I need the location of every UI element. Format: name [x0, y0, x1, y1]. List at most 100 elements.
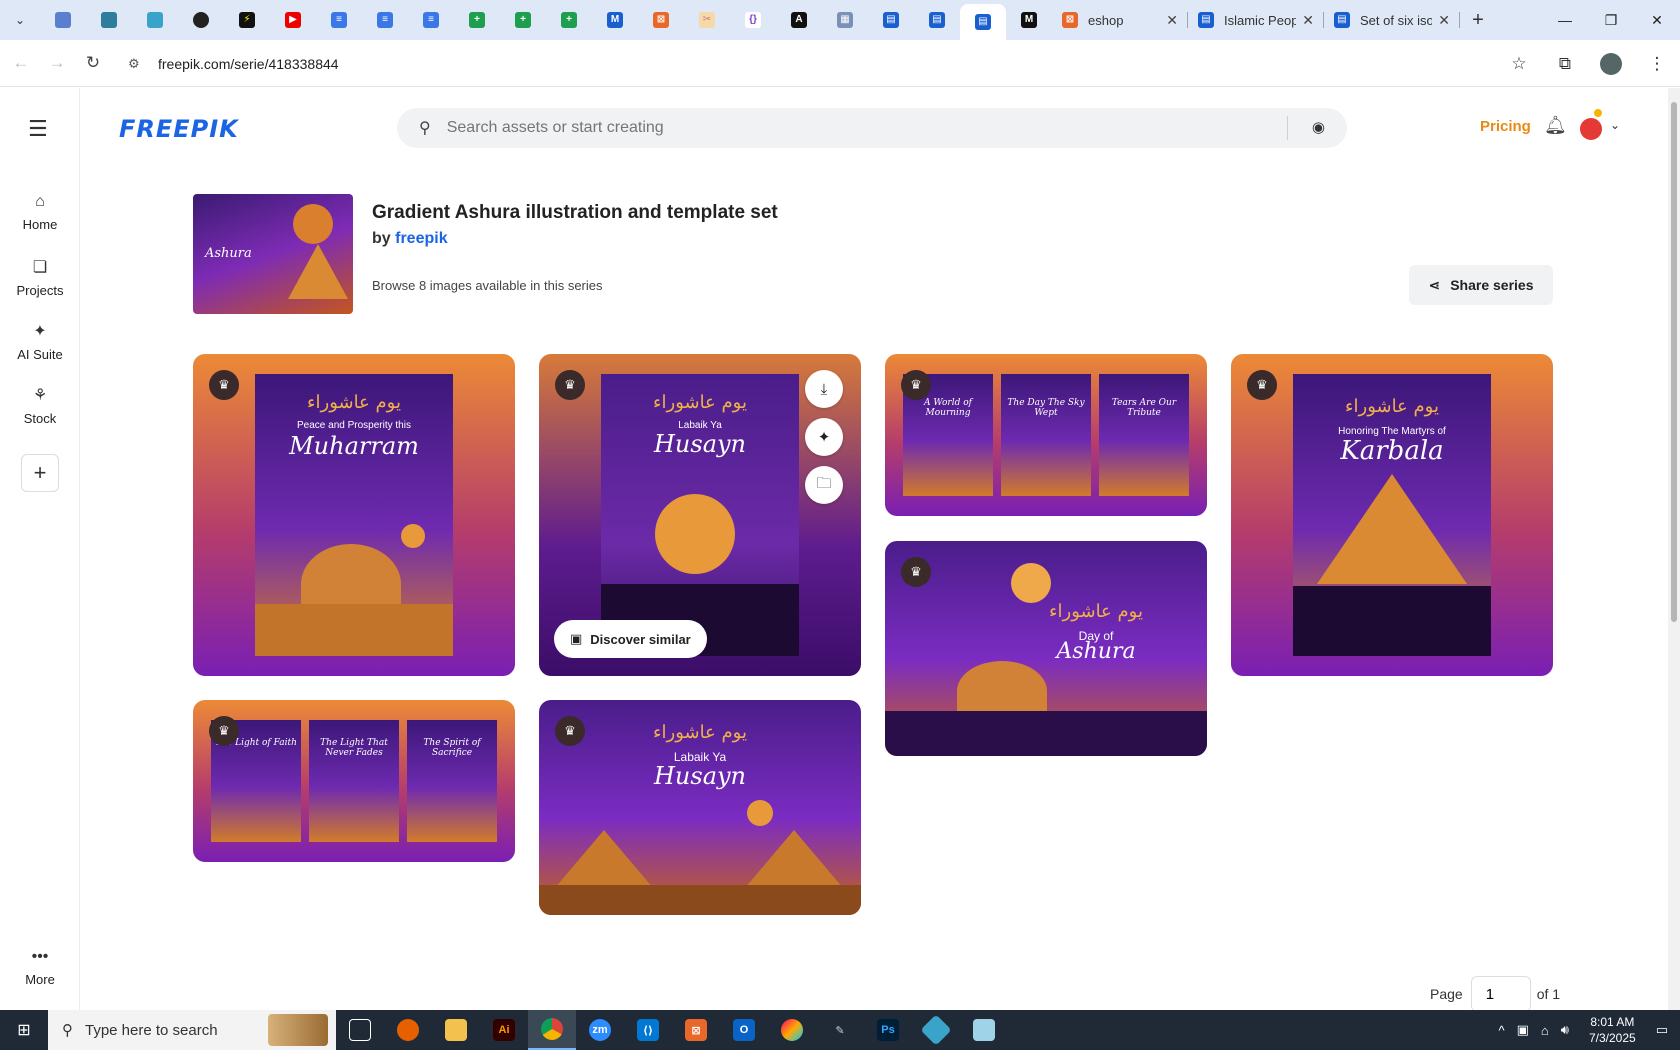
- notes-app-icon[interactable]: [960, 1010, 1008, 1050]
- restore-icon[interactable]: ❐: [1588, 0, 1634, 40]
- ai-edit-icon[interactable]: ✦: [805, 418, 843, 456]
- tab-set-of-six[interactable]: ▤ Set of six iso ✕: [1324, 0, 1460, 40]
- crown-icon: [1592, 107, 1604, 119]
- close-window-icon[interactable]: ✕: [1634, 0, 1680, 40]
- show-hidden-icons-chevron-icon[interactable]: ^: [1499, 1023, 1505, 1038]
- user-avatar[interactable]: [1580, 118, 1602, 140]
- series-image-card[interactable]: A World of Mourning The Day The Sky Wept…: [885, 354, 1207, 516]
- sidebar-item-ai-suite[interactable]: ✦ AI Suite: [0, 321, 80, 362]
- poster: يوم عاشوراء Peace and Prosperity this Mu…: [255, 374, 453, 656]
- sparkle-icon: ✦: [33, 323, 47, 340]
- pinned-tab[interactable]: M: [1006, 0, 1052, 40]
- pinned-tab[interactable]: ▤: [868, 0, 914, 40]
- volume-icon[interactable]: 🔊︎: [1561, 1022, 1569, 1038]
- address-bar[interactable]: ⚙ freepik.com/serie/418338844: [120, 46, 1520, 82]
- page-scrollbar[interactable]: [1668, 88, 1680, 1010]
- add-button[interactable]: +: [21, 454, 59, 492]
- pinned-tab[interactable]: ≡: [362, 0, 408, 40]
- download-icon[interactable]: ⤓: [805, 370, 843, 408]
- task-view-icon[interactable]: [336, 1010, 384, 1050]
- sidebar-item-more[interactable]: ••• More: [0, 948, 80, 987]
- kebab-menu-icon[interactable]: ⋮: [1634, 44, 1680, 84]
- hamburger-menu-icon[interactable]: ☰: [28, 116, 48, 142]
- pinned-tab[interactable]: +: [454, 0, 500, 40]
- pinned-tab[interactable]: A: [776, 0, 822, 40]
- chrome-icon[interactable]: [528, 1010, 576, 1050]
- notifications-icon[interactable]: ▭: [1656, 1022, 1668, 1038]
- share-series-button[interactable]: ⋖ Share series: [1409, 265, 1553, 305]
- back-arrow-icon[interactable]: ←: [6, 48, 36, 78]
- sidebar-item-home[interactable]: ⌂ Home: [0, 193, 80, 232]
- zoom-icon[interactable]: zm: [576, 1010, 624, 1050]
- series-image-card[interactable]: يوم عاشوراء Honoring The Martyrs of Karb…: [1231, 354, 1553, 676]
- camera-icon[interactable]: ◉: [1312, 118, 1325, 136]
- pinned-tab[interactable]: ⊠: [638, 0, 684, 40]
- series-image-card[interactable]: يوم عاشوراء Labaik Ya Husayn ♛: [539, 700, 861, 915]
- tent-shape: [1317, 474, 1467, 584]
- pricing-link[interactable]: Pricing: [1480, 118, 1531, 135]
- pinned-tab[interactable]: ⚡: [224, 0, 270, 40]
- clock[interactable]: 8:01 AM 7/3/2025: [1589, 1014, 1636, 1046]
- save-to-folder-icon[interactable]: 🗀︎: [805, 466, 843, 504]
- series-image-card[interactable]: يوم عاشوراء Day of Ashura ♛: [885, 541, 1207, 756]
- firefox-icon[interactable]: [384, 1010, 432, 1050]
- illustrator-icon[interactable]: Ai: [480, 1010, 528, 1050]
- pen-tool-icon[interactable]: ✎: [816, 1010, 864, 1050]
- tab-islamic-people[interactable]: ▤ Islamic Peop ✕: [1188, 0, 1324, 40]
- bell-icon[interactable]: 🔔︎: [1544, 115, 1567, 136]
- scrollbar-thumb[interactable]: [1671, 102, 1677, 622]
- creative-cloud-icon[interactable]: [768, 1010, 816, 1050]
- pinned-tab[interactable]: {}: [730, 0, 776, 40]
- close-tab-icon[interactable]: ✕: [1302, 12, 1314, 29]
- pinned-tab[interactable]: [178, 0, 224, 40]
- close-tab-icon[interactable]: ✕: [1166, 12, 1178, 29]
- series-image-card[interactable]: يوم عاشوراء Labaik Ya Husayn ♛ ⤓ ✦ 🗀︎ ▣ D…: [539, 354, 861, 676]
- discover-similar-button[interactable]: ▣ Discover similar: [554, 620, 707, 658]
- pinned-tab[interactable]: M: [592, 0, 638, 40]
- file-explorer-icon[interactable]: [432, 1010, 480, 1050]
- photoshop-icon[interactable]: Ps: [864, 1010, 912, 1050]
- search-input[interactable]: [446, 119, 1247, 137]
- pinned-tab[interactable]: ≡: [408, 0, 454, 40]
- chevron-down-icon[interactable]: ⌄: [1610, 118, 1620, 132]
- url-text: freepik.com/serie/418338844: [158, 56, 339, 72]
- network-icon[interactable]: ⌂: [1541, 1023, 1549, 1038]
- bookmark-star-icon[interactable]: ☆: [1496, 44, 1542, 84]
- pinned-tab[interactable]: ▤: [914, 0, 960, 40]
- pinned-tab[interactable]: ✂: [684, 0, 730, 40]
- pinned-tab[interactable]: +: [500, 0, 546, 40]
- site-info-icon[interactable]: ⚙: [128, 56, 146, 72]
- vscode-icon[interactable]: ⟨⟩: [624, 1010, 672, 1050]
- tray-app-icon[interactable]: ▣: [1517, 1022, 1529, 1038]
- xampp-icon[interactable]: ⊠: [672, 1010, 720, 1050]
- extensions-icon[interactable]: ⧉: [1542, 44, 1588, 84]
- author-link[interactable]: freepik: [395, 230, 447, 247]
- pinned-tab[interactable]: [132, 0, 178, 40]
- series-image-card[interactable]: يوم عاشوراء Peace and Prosperity this Mu…: [193, 354, 515, 676]
- new-tab-button[interactable]: +: [1460, 0, 1496, 40]
- tab-search-chevron-icon[interactable]: ⌄: [0, 0, 40, 40]
- windows-start-icon[interactable]: ⊞: [0, 1010, 48, 1050]
- pinned-tab[interactable]: [86, 0, 132, 40]
- minimize-icon[interactable]: —: [1542, 0, 1588, 40]
- pinned-tab[interactable]: [40, 0, 86, 40]
- pinned-tab[interactable]: ≡: [316, 0, 362, 40]
- sidebar-item-stock[interactable]: ⚘ Stock: [0, 385, 80, 426]
- freepik-logo[interactable]: FREEPIK: [119, 115, 239, 143]
- forward-arrow-icon[interactable]: →: [42, 48, 72, 78]
- active-tab[interactable]: ▤: [960, 4, 1006, 40]
- pinned-tab[interactable]: ▶: [270, 0, 316, 40]
- reload-icon[interactable]: ↻: [78, 48, 108, 78]
- close-tab-icon[interactable]: ✕: [1438, 12, 1450, 29]
- profile-avatar[interactable]: [1588, 44, 1634, 84]
- page-number-input[interactable]: [1470, 976, 1531, 1010]
- series-image-card[interactable]: The Light of Faith The Light That Never …: [193, 700, 515, 862]
- outlook-icon[interactable]: O: [720, 1010, 768, 1050]
- app-icon[interactable]: [912, 1010, 960, 1050]
- search-bar[interactable]: ⚲ ◉: [397, 108, 1347, 148]
- pinned-tab[interactable]: ▦: [822, 0, 868, 40]
- sidebar-item-projects[interactable]: ❏ Projects: [0, 257, 80, 298]
- tab-eshop[interactable]: ⊠ eshop ✕: [1052, 0, 1188, 40]
- taskbar-search[interactable]: ⚲ Type here to search: [48, 1010, 336, 1050]
- pinned-tab[interactable]: +: [546, 0, 592, 40]
